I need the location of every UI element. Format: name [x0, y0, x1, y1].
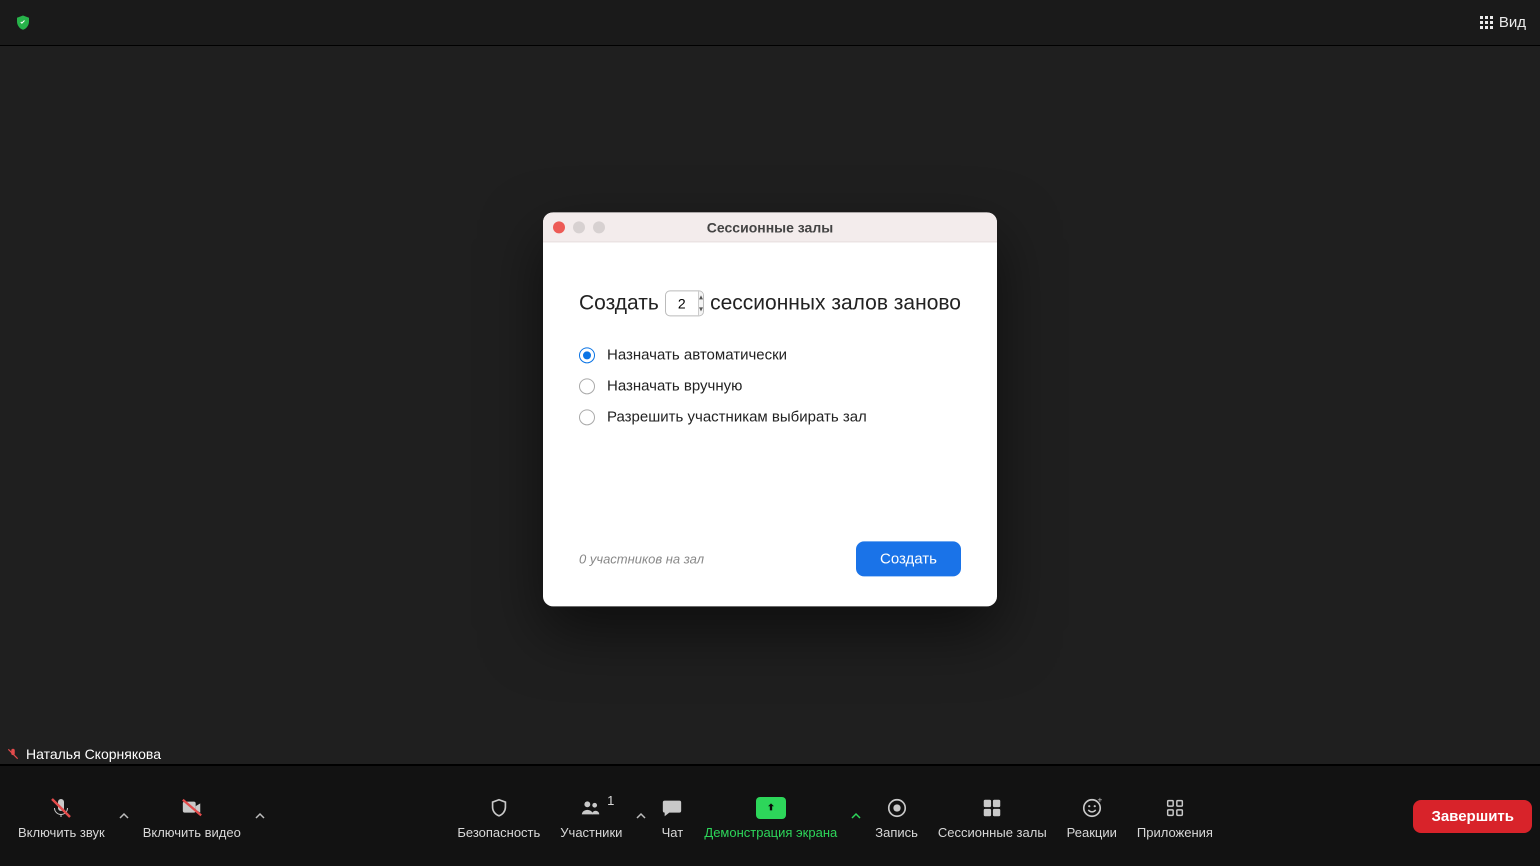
apps-button[interactable]: Приложения: [1127, 784, 1223, 848]
video-off-icon: [178, 795, 206, 821]
shield-outline-icon: [488, 795, 510, 821]
breakout-rooms-icon: [981, 795, 1003, 821]
room-count-down-button[interactable]: ▾: [699, 303, 703, 315]
create-rooms-line: Создать ▴ ▾ сессионных залов заново: [579, 290, 961, 316]
end-meeting-button[interactable]: Завершить: [1413, 800, 1532, 833]
video-label: Включить видео: [143, 825, 241, 840]
participants-label: Участники: [560, 825, 622, 840]
radio-checked-icon: [579, 347, 595, 363]
create-prefix: Создать: [579, 291, 659, 315]
assignment-options: Назначать автоматически Назначать вручну…: [579, 346, 961, 425]
participants-count: 1: [607, 793, 614, 808]
participant-self-label: Наталья Скорнякова: [6, 746, 161, 762]
participant-name: Наталья Скорнякова: [26, 746, 161, 762]
assign-self-radio[interactable]: Разрешить участникам выбирать зал: [579, 408, 961, 425]
window-maximize-button[interactable]: [593, 221, 605, 233]
view-button[interactable]: Вид: [1480, 14, 1526, 31]
modal-titlebar: Сессионные залы: [543, 212, 997, 242]
view-label: Вид: [1499, 14, 1526, 31]
participants-button[interactable]: 1 Участники: [550, 784, 632, 848]
video-options-caret[interactable]: [251, 784, 269, 848]
mute-button[interactable]: Включить звук: [8, 784, 115, 848]
share-screen-button[interactable]: Демонстрация экрана: [694, 784, 847, 848]
top-bar: Вид: [0, 0, 1540, 46]
assign-manual-label: Назначать вручную: [607, 377, 742, 394]
window-controls: [553, 221, 605, 233]
shield-icon[interactable]: [14, 14, 32, 32]
reactions-label: Реакции: [1067, 825, 1117, 840]
modal-title: Сессионные залы: [543, 219, 997, 235]
chat-icon: [660, 795, 684, 821]
room-count-input[interactable]: [666, 295, 698, 311]
modal-body: Создать ▴ ▾ сессионных залов заново Назн…: [543, 242, 997, 541]
grid-icon: [1480, 16, 1493, 29]
breakout-label: Сессионные залы: [938, 825, 1047, 840]
chat-label: Чат: [662, 825, 684, 840]
create-rooms-button[interactable]: Создать: [856, 541, 961, 576]
breakout-rooms-dialog: Сессионные залы Создать ▴ ▾ сессионных з…: [543, 212, 997, 606]
mic-muted-icon: [6, 747, 20, 761]
reactions-button[interactable]: + Реакции: [1057, 784, 1127, 848]
share-screen-icon: [756, 795, 786, 821]
create-suffix: сессионных залов заново: [710, 291, 961, 315]
security-button[interactable]: Безопасность: [447, 784, 550, 848]
record-icon: [886, 795, 908, 821]
audio-options-caret[interactable]: [115, 784, 133, 848]
modal-footer: 0 участников на зал Создать: [543, 541, 997, 606]
svg-text:+: +: [1097, 797, 1102, 805]
record-button[interactable]: Запись: [865, 784, 928, 848]
assign-manual-radio[interactable]: Назначать вручную: [579, 377, 961, 394]
radio-unchecked-icon: [579, 409, 595, 425]
participants-options-caret[interactable]: [632, 784, 650, 848]
share-options-caret[interactable]: [847, 784, 865, 848]
mute-label: Включить звук: [18, 825, 105, 840]
mic-muted-icon: [49, 795, 73, 821]
apps-icon: [1164, 795, 1186, 821]
participants-per-room-note: 0 участников на зал: [579, 551, 704, 566]
assign-auto-radio[interactable]: Назначать автоматически: [579, 346, 961, 363]
participants-icon: 1: [578, 795, 604, 821]
reactions-icon: +: [1081, 795, 1103, 821]
record-label: Запись: [875, 825, 918, 840]
apps-label: Приложения: [1137, 825, 1213, 840]
assign-auto-label: Назначать автоматически: [607, 346, 787, 363]
meeting-toolbar: Включить звук Включить видео Безопасност…: [0, 766, 1540, 866]
share-label: Демонстрация экрана: [704, 825, 837, 840]
room-count-up-button[interactable]: ▴: [699, 291, 703, 303]
radio-unchecked-icon: [579, 378, 595, 394]
breakout-rooms-button[interactable]: Сессионные залы: [928, 784, 1057, 848]
window-close-button[interactable]: [553, 221, 565, 233]
security-label: Безопасность: [457, 825, 540, 840]
room-count-stepper[interactable]: ▴ ▾: [665, 290, 704, 316]
chat-button[interactable]: Чат: [650, 784, 694, 848]
assign-self-label: Разрешить участникам выбирать зал: [607, 408, 867, 425]
window-minimize-button[interactable]: [573, 221, 585, 233]
video-button[interactable]: Включить видео: [133, 784, 251, 848]
